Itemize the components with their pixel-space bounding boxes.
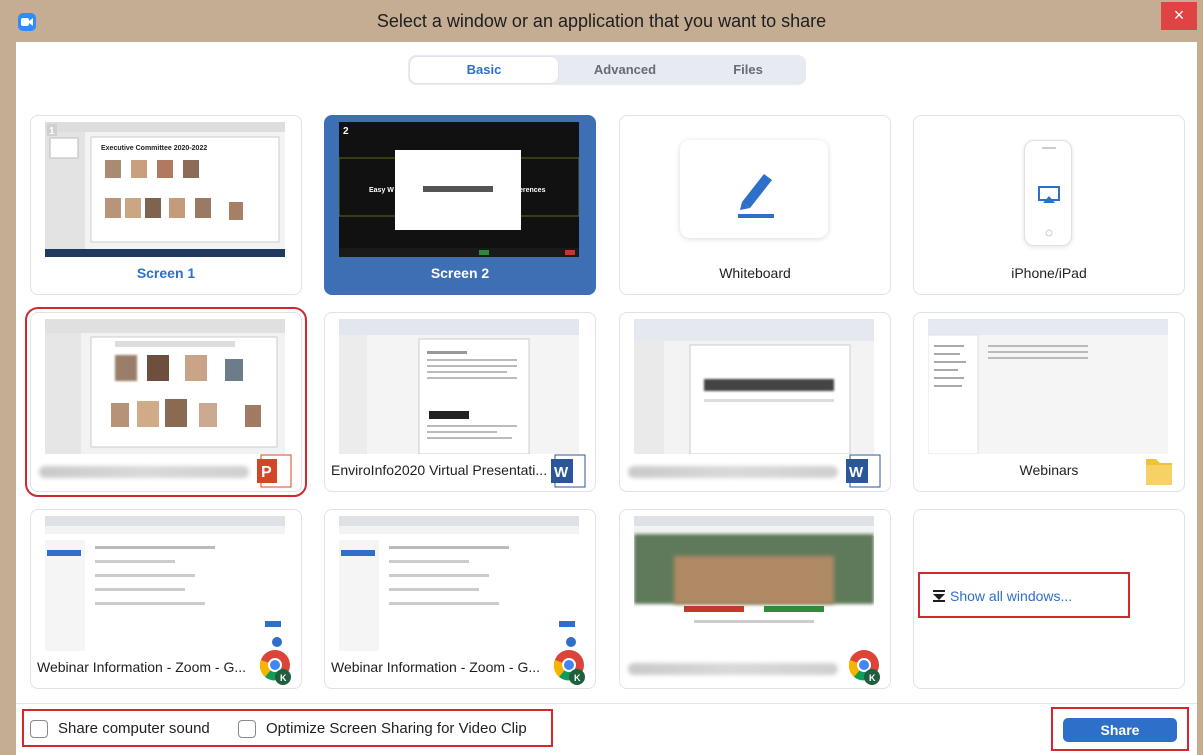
- word-icon: W: [846, 454, 881, 488]
- share-button-highlight: Share: [1051, 707, 1189, 751]
- whiteboard-tile: [680, 140, 828, 238]
- airplay-icon: [1038, 147, 1060, 237]
- optimize-video-label: Optimize Screen Sharing for Video Clip: [266, 720, 527, 737]
- window-thumbnail: [339, 319, 579, 454]
- share-screen-dialog: Select a window or an application that y…: [0, 0, 1203, 755]
- word-badge-letter: W: [554, 464, 569, 481]
- window-thumbnail: [928, 319, 1168, 454]
- whiteboard-label: Whiteboard: [719, 265, 791, 281]
- tab-basic[interactable]: Basic: [410, 57, 558, 83]
- word-icon: W: [551, 454, 586, 488]
- chrome-badge-letter: K: [869, 673, 876, 683]
- screen-1-number: 1: [49, 126, 55, 137]
- chrome-icon: K: [848, 650, 880, 685]
- blurred-window-title: [628, 663, 838, 675]
- chrome-badge-letter: K: [280, 673, 287, 683]
- share-tabs: Basic Advanced Files: [408, 55, 806, 85]
- blurred-window-title: [628, 466, 838, 478]
- window-thumbnail: [634, 319, 874, 454]
- window-card-blurred-word[interactable]: W: [619, 312, 891, 492]
- iphone-ipad-card[interactable]: iPhone/iPad: [913, 115, 1185, 295]
- screen-1-card[interactable]: Executive Committee 2020-2022 1 Screen 1: [30, 115, 302, 295]
- window-title: Select a window or an application that y…: [376, 11, 827, 31]
- window-title-label: Webinar Information - Zoom - G...: [37, 659, 247, 675]
- tab-advanced[interactable]: Advanced: [558, 57, 692, 83]
- screen-1-label: Screen 1: [136, 265, 196, 281]
- powerpoint-badge-letter: P: [261, 464, 272, 481]
- chrome-icon: K: [553, 650, 585, 685]
- window-thumbnail: [634, 516, 874, 651]
- screen-2-partial-left: Easy W: [369, 187, 394, 194]
- tab-files[interactable]: Files: [692, 57, 804, 83]
- phone-tile: [1024, 140, 1072, 246]
- blurred-window-title: [39, 466, 249, 478]
- pen-icon: [738, 174, 774, 218]
- chrome-icon: K: [259, 650, 291, 685]
- share-content: Basic Advanced Files Executive Committee…: [16, 42, 1197, 703]
- share-options-highlight: Share computer sound Optimize Screen Sha…: [22, 709, 553, 747]
- share-sound-checkbox[interactable]: [30, 720, 48, 738]
- window-card-powerpoint[interactable]: P: [25, 307, 307, 497]
- screen-2-card[interactable]: Easy W erences 2 Screen 2: [324, 115, 596, 295]
- optimize-video-checkbox[interactable]: [238, 720, 256, 738]
- iphone-ipad-label: iPhone/iPad: [1011, 265, 1087, 281]
- powerpoint-icon: P: [257, 454, 292, 488]
- show-all-windows-highlight[interactable]: Show all windows...: [918, 572, 1130, 618]
- window-thumbnail: [45, 516, 285, 651]
- screen-1-thumbnail: Executive Committee 2020-2022 1: [45, 122, 285, 257]
- share-button[interactable]: Share: [1063, 718, 1177, 742]
- screen-2-thumbnail: Easy W erences 2: [339, 122, 579, 257]
- whiteboard-card[interactable]: Whiteboard: [619, 115, 891, 295]
- close-button[interactable]: ×: [1161, 2, 1197, 30]
- screen-1-slide-title: Executive Committee 2020-2022: [101, 145, 207, 152]
- window-card-webinars[interactable]: Webinars: [913, 312, 1185, 492]
- window-card-enviroinfo[interactable]: EnviroInfo2020 Virtual Presentati... W: [324, 312, 596, 492]
- window-title-label: EnviroInfo2020 Virtual Presentati...: [331, 462, 546, 478]
- window-card-webinar-zoom-2[interactable]: Webinar Information - Zoom - G... K: [324, 509, 596, 689]
- window-thumbnail: [339, 516, 579, 651]
- folder-icon: [1146, 459, 1172, 485]
- expand-icon: [933, 590, 945, 602]
- window-card-blurred-chrome[interactable]: K: [619, 509, 891, 689]
- window-thumbnail: [45, 319, 285, 454]
- share-sound-label: Share computer sound: [58, 720, 210, 737]
- share-footer: Share computer sound Optimize Screen Sha…: [16, 703, 1197, 755]
- screen-2-label: Screen 2: [430, 265, 490, 281]
- screen-2-number: 2: [343, 126, 349, 137]
- window-title-label: Webinar Information - Zoom - G...: [331, 659, 541, 675]
- word-badge-letter: W: [849, 464, 864, 481]
- screen-2-partial-right: erences: [519, 187, 546, 194]
- chrome-badge-letter: K: [574, 673, 581, 683]
- show-all-windows-link[interactable]: Show all windows...: [950, 588, 1072, 604]
- window-card-webinar-zoom-1[interactable]: Webinar Information - Zoom - G... K: [30, 509, 302, 689]
- title-bar: Select a window or an application that y…: [0, 0, 1203, 42]
